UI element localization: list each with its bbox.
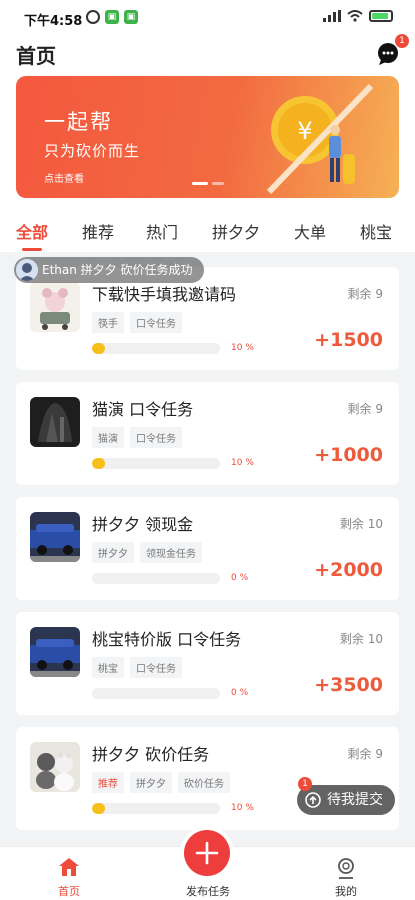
task-thumbnail [30, 742, 80, 792]
banner[interactable]: 一起帮 只为砍价而生 点击查看 ¥ [16, 76, 399, 198]
task-progress-text: 10 % [231, 458, 254, 468]
task-title: 桃宝特价版 口令任务 [92, 630, 242, 649]
task-title: 下载快手填我邀请码 [92, 285, 237, 304]
home-icon [59, 858, 79, 876]
task-progress-text: 0 % [231, 573, 249, 583]
app-notification-icon: ▣ [124, 10, 138, 24]
profile-icon [338, 858, 354, 879]
banner-subtitle: 只为砍价而生 [44, 142, 141, 160]
status-notification-icons: ▣ ▣ [86, 10, 138, 24]
task-tag: 口令任务 [130, 312, 182, 333]
banner-illustration: ¥ [266, 83, 374, 194]
header: 首页 1 [0, 34, 415, 72]
task-progress-bar [92, 343, 220, 354]
signal-icon [323, 10, 341, 22]
battery-icon [369, 10, 393, 22]
task-card[interactable]: 猫演 口令任务 剩余 9 猫演 口令任务 10 % +1000 [16, 382, 399, 485]
alarm-icon [86, 10, 100, 24]
task-card[interactable]: 拼夕夕 领现金 剩余 10 拼夕夕 领现金任务 0 % +2000 [16, 497, 399, 600]
status-system-icons [323, 10, 393, 22]
message-badge: 1 [395, 34, 409, 48]
category-tabs: 全部 推荐 热门 拼夕夕 大单 桃宝 [0, 204, 415, 252]
task-reward: +2000 [314, 559, 383, 581]
task-tag: 拼夕夕 [130, 772, 172, 793]
task-tags: 推荐 拼夕夕 砍价任务 [92, 772, 230, 793]
upload-icon [305, 792, 321, 808]
status-time: 下午4:58 [24, 14, 83, 29]
task-tag: 领现金任务 [140, 542, 202, 563]
task-remaining: 剩余 10 [339, 517, 383, 531]
task-reward: +1000 [314, 444, 383, 466]
activity-toast: Ethan 拼夕夕 砍价任务成功 [14, 257, 205, 283]
task-tag: 口令任务 [130, 657, 182, 678]
toast-text: Ethan 拼夕夕 砍价任务成功 [42, 263, 193, 277]
task-progress-bar [92, 803, 220, 814]
pending-badge: 1 [298, 777, 312, 791]
tab-hot[interactable]: 热门 [146, 219, 178, 243]
task-thumbnail [30, 282, 80, 332]
nav-mine-label: 我的 [335, 885, 357, 898]
app-notification-icon: ▣ [105, 10, 119, 24]
pending-submit-label: 待我提交 [327, 792, 383, 808]
status-bar: 下午4:58 ▣ ▣ [0, 0, 415, 34]
task-progress-bar [92, 458, 220, 469]
pagination-dot [212, 182, 224, 185]
task-tags: 桃宝 口令任务 [92, 657, 182, 678]
task-progress-bar [92, 573, 220, 584]
task-title: 猫演 口令任务 [92, 400, 194, 419]
banner-link[interactable]: 点击查看 [44, 170, 84, 185]
task-title: 拼夕夕 领现金 [92, 515, 194, 534]
task-remaining: 剩余 9 [347, 287, 383, 301]
task-title: 拼夕夕 砍价任务 [92, 745, 210, 764]
task-list[interactable]: 下载快手填我邀请码 剩余 9 筷手 口令任务 10 % +1500 猫演 口令任… [0, 252, 415, 846]
plus-icon [195, 841, 219, 865]
task-tag: 猫演 [92, 427, 124, 448]
task-tag: 口令任务 [130, 427, 182, 448]
banner-section: 一起帮 只为砍价而生 点击查看 ¥ [0, 72, 415, 204]
task-progress-bar [92, 688, 220, 699]
task-reward: +1500 [314, 329, 383, 351]
tab-pinxixi[interactable]: 拼夕夕 [212, 219, 260, 243]
nav-home[interactable]: 首页 [19, 847, 119, 900]
task-remaining: 剩余 9 [347, 402, 383, 416]
banner-title: 一起帮 [44, 110, 113, 134]
tab-recommend[interactable]: 推荐 [82, 219, 114, 243]
task-tag: 筷手 [92, 312, 124, 333]
task-remaining: 剩余 9 [347, 747, 383, 761]
task-remaining: 剩余 10 [339, 632, 383, 646]
tab-taobao[interactable]: 桃宝 [360, 219, 392, 243]
tab-all[interactable]: 全部 [16, 219, 48, 243]
task-tag: 砍价任务 [178, 772, 230, 793]
wifi-icon [347, 10, 363, 22]
task-tag: 拼夕夕 [92, 542, 134, 563]
svg-text:¥: ¥ [297, 117, 312, 145]
page-title: 首页 [16, 44, 56, 68]
pagination-dot-active [192, 182, 208, 185]
task-thumbnail [30, 512, 80, 562]
tab-big-order[interactable]: 大单 [294, 219, 326, 243]
task-progress-text: 10 % [231, 343, 254, 353]
avatar [16, 259, 38, 281]
task-progress-text: 0 % [231, 688, 249, 698]
nav-mine[interactable]: 我的 [296, 847, 396, 900]
task-tags: 筷手 口令任务 [92, 312, 182, 333]
publish-task-button[interactable] [184, 830, 230, 876]
task-tags: 猫演 口令任务 [92, 427, 182, 448]
task-progress-text: 10 % [231, 803, 254, 813]
task-tags: 拼夕夕 领现金任务 [92, 542, 202, 563]
active-tab-indicator [22, 248, 42, 251]
task-reward: +3500 [314, 674, 383, 696]
banner-pagination [192, 182, 224, 185]
task-thumbnail [30, 397, 80, 447]
task-tag: 桃宝 [92, 657, 124, 678]
pending-submit-button[interactable]: 待我提交 [297, 785, 395, 815]
nav-publish-label: 发布任务 [186, 885, 230, 898]
task-tag-recommend: 推荐 [92, 772, 124, 793]
task-card[interactable]: 桃宝特价版 口令任务 剩余 10 桃宝 口令任务 0 % +3500 [16, 612, 399, 715]
task-thumbnail [30, 627, 80, 677]
nav-home-label: 首页 [58, 885, 80, 898]
